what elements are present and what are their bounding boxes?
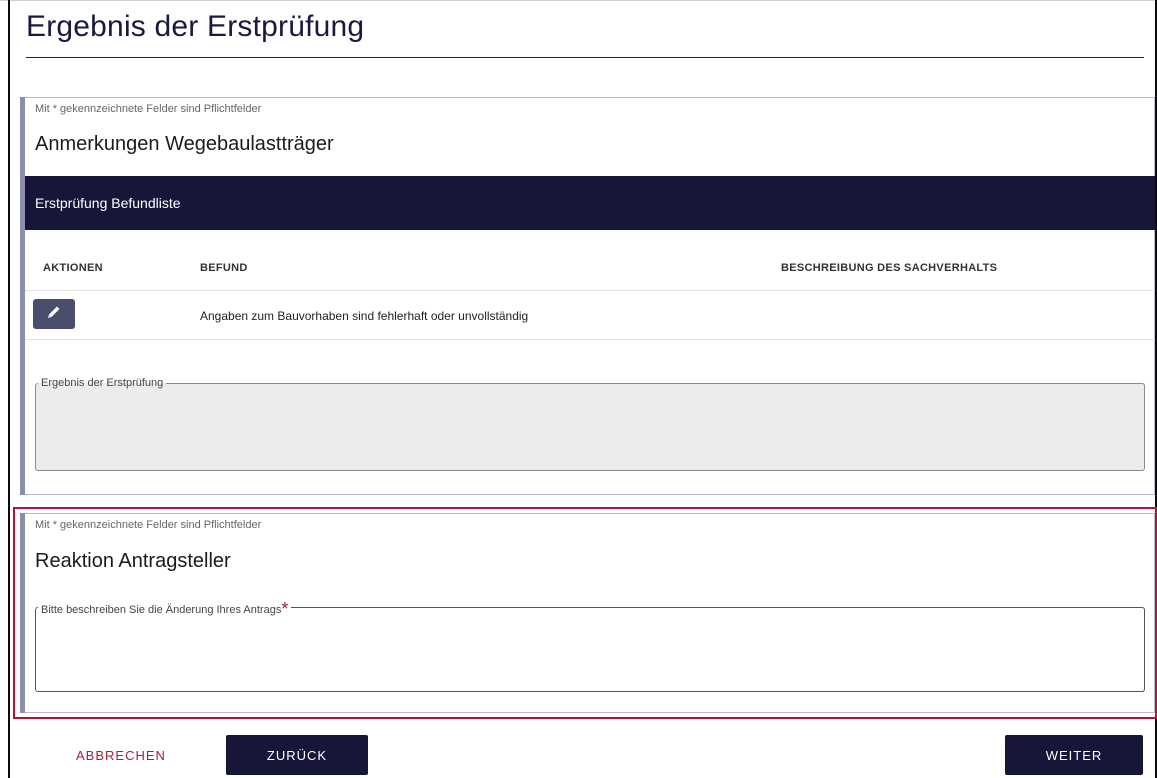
card-accent-bar	[20, 513, 25, 713]
reaction-section-title: Reaktion Antragsteller	[35, 550, 231, 572]
column-header-description[interactable]: BESCHREIBUNG DES SACHVERHALTS	[781, 262, 997, 274]
required-star: *	[281, 599, 289, 619]
findings-list-banner: Erstprüfung Befundliste	[25, 176, 1155, 230]
column-header-actions[interactable]: AKTIONEN	[43, 262, 103, 274]
cancel-button[interactable]: ABBRECHEN	[76, 748, 166, 763]
table-header-divider	[25, 290, 1155, 291]
back-button[interactable]: ZURÜCK	[226, 735, 368, 775]
title-divider	[26, 57, 1144, 58]
column-header-finding[interactable]: BEFUND	[200, 262, 248, 274]
page-title: Ergebnis der Erstprüfung	[26, 10, 365, 43]
card-accent-bar	[20, 97, 25, 495]
required-fields-note: Mit * gekennzeichnete Felder sind Pflich…	[35, 519, 262, 531]
result-field-label: Ergebnis der Erstprüfung	[41, 377, 164, 389]
window-left-border	[8, 0, 10, 778]
required-fields-note: Mit * gekennzeichnete Felder sind Pflich…	[35, 103, 262, 115]
change-description-field[interactable]: Bitte beschreiben Sie die Änderung Ihres…	[35, 597, 1145, 692]
table-row-divider	[25, 339, 1155, 340]
result-field[interactable]: Ergebnis der Erstprüfung	[35, 377, 1145, 471]
pencil-icon	[46, 304, 62, 325]
change-description-label: Bitte beschreiben Sie die Änderung Ihres…	[41, 599, 289, 619]
edit-finding-button[interactable]	[33, 299, 75, 329]
review-section-title: Anmerkungen Wegebaulastträger	[35, 133, 334, 155]
finding-text: Angaben zum Bauvorhaben sind fehlerhaft …	[200, 309, 529, 323]
next-button[interactable]: WEITER	[1005, 735, 1143, 775]
window-top-border	[0, 0, 1157, 1]
